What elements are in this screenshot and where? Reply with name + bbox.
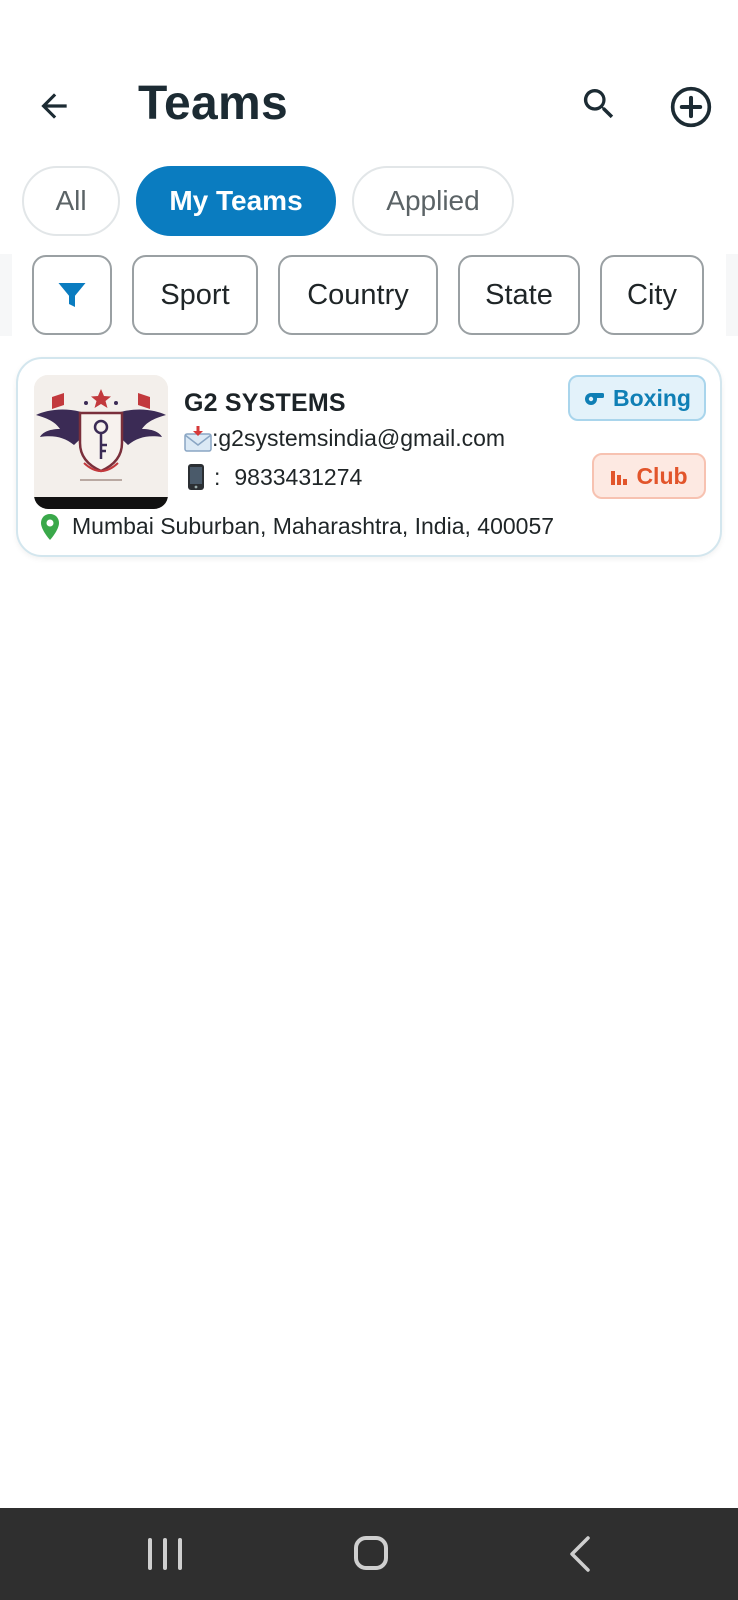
team-name: G2 SYSTEMS (184, 389, 346, 417)
tab-my-teams[interactable]: My Teams (136, 166, 336, 236)
filter-chip-city[interactable]: City (600, 255, 704, 335)
team-type-badge: Club (592, 453, 706, 499)
team-phone[interactable]: 9833431274 (234, 464, 362, 491)
tab-all[interactable]: All (22, 166, 120, 236)
recent-apps-button[interactable] (148, 1538, 182, 1570)
bar-chart-icon (611, 471, 628, 485)
team-email[interactable]: :g2systemsindia@gmail.com (212, 425, 505, 452)
sport-badge: Boxing (568, 375, 706, 421)
filter-strip-edge-left (0, 254, 12, 336)
sport-badge-label: Boxing (613, 384, 691, 411)
whistle-icon (585, 393, 605, 405)
add-team-button[interactable] (666, 82, 716, 132)
back-button[interactable] (30, 82, 78, 130)
filter-chips: Sport Country State City (32, 255, 704, 335)
phone-separator: : (214, 463, 221, 490)
home-button[interactable] (354, 1536, 388, 1570)
search-icon (583, 89, 614, 119)
arrow-left-icon (41, 93, 67, 119)
plus-circle-icon (670, 86, 712, 128)
system-back-button[interactable] (562, 1534, 602, 1574)
team-location: Mumbai Suburban, Maharashtra, India, 400… (72, 513, 555, 539)
location-pin-icon (41, 513, 59, 540)
team-tabs: All My Teams Applied (22, 166, 514, 236)
filter-chip-sport[interactable]: Sport (132, 255, 258, 335)
team-phone-row: : 9833431274 (186, 463, 362, 491)
recent-apps-bar (163, 1538, 167, 1570)
team-email-row: :g2systemsindia@gmail.com (184, 425, 505, 452)
filter-chip-state[interactable]: State (458, 255, 580, 335)
teams-screen: Teams All My Teams Applied Sport Country… (0, 0, 738, 1600)
envelope-icon (184, 425, 212, 452)
team-type-label: Club (636, 462, 688, 489)
recent-apps-bar (178, 1538, 182, 1570)
mobile-phone-icon (188, 464, 204, 490)
search-button[interactable] (575, 80, 623, 128)
page-title: Teams (138, 77, 289, 130)
team-location-row: Mumbai Suburban, Maharashtra, India, 400… (40, 513, 554, 540)
recent-apps-bar (148, 1538, 152, 1570)
team-card[interactable]: G2 SYSTEMS :g2systemsindia@gmail.com : 9… (16, 357, 722, 557)
filter-strip-edge-right (726, 254, 738, 336)
chevron-left-icon (570, 1536, 590, 1572)
filter-chip-country[interactable]: Country (278, 255, 438, 335)
tab-applied[interactable]: Applied (352, 166, 514, 236)
system-navigation-bar (0, 1508, 738, 1600)
team-logo (34, 375, 168, 509)
filter-icon (58, 283, 86, 307)
filter-button[interactable] (32, 255, 112, 335)
